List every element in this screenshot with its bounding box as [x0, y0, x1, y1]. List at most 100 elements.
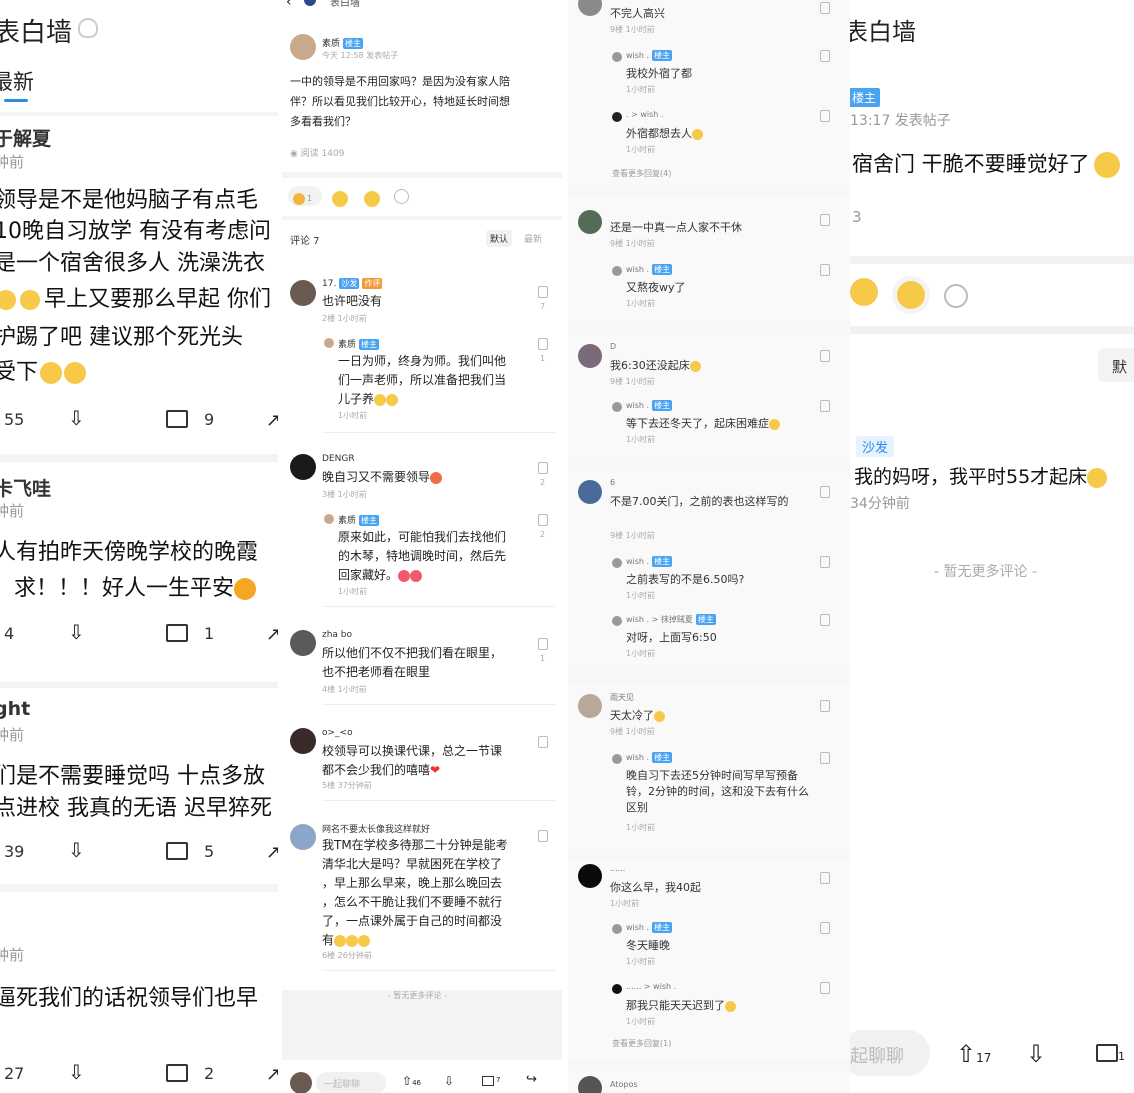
post-card[interactable]: 钟前 逼死我们的话祝领导们也早 27 ⇩ 2 ↗ [0, 892, 278, 1093]
like-icon[interactable] [820, 556, 830, 568]
like-icon[interactable] [820, 214, 830, 226]
share-icon[interactable]: ↪ [526, 1072, 537, 1087]
op-text-line: 多看看我们？ [290, 115, 356, 128]
comment-icon[interactable] [166, 624, 188, 642]
upvote-count: 17 [976, 1051, 992, 1065]
like-icon[interactable] [820, 2, 830, 14]
like-icon[interactable] [538, 514, 548, 526]
post-card[interactable]: ght 钟前 们是不需要睡觉吗 十点多放 点进校 我真的无语 迟早猝死 39 ⇩… [0, 688, 278, 884]
comment-icon[interactable] [1096, 1044, 1118, 1062]
like-icon[interactable] [538, 736, 548, 748]
like-icon[interactable] [820, 110, 830, 122]
like-icon[interactable] [538, 462, 548, 474]
reply-name: wish . [626, 51, 650, 60]
shocked-emoji-icon [1093, 152, 1120, 178]
post-line: 护踢了吧 建议那个死光头 [0, 325, 243, 350]
like-icon[interactable] [820, 982, 830, 994]
no-more-comments: - 暂无更多评论 - [388, 991, 447, 1000]
sort-latest[interactable]: 最新 [524, 232, 542, 245]
avatar [324, 514, 334, 524]
post-time: 钟前 [0, 502, 25, 520]
reply-text: 一日为师，终身为师。我们叫他 [338, 354, 507, 368]
like-icon[interactable] [538, 338, 548, 350]
like-icon[interactable] [820, 350, 830, 362]
view-more-replies[interactable]: 查看更多回复(4) [612, 168, 671, 179]
post-line: 逼死我们的话祝领导们也早 [0, 986, 259, 1011]
like-icon[interactable] [538, 638, 548, 650]
like-icon[interactable] [820, 486, 830, 498]
comment-text: 都不会少我们的嘻嘻 [322, 763, 431, 777]
downvote-arrow-icon[interactable]: ⇩ [68, 406, 85, 430]
reply-text: 不完人高兴 [610, 7, 665, 20]
hugging-reaction[interactable] [892, 276, 930, 314]
share-icon[interactable]: ↗ [266, 624, 278, 645]
back-arrow-icon[interactable]: ‹ [286, 0, 292, 10]
op-badge: 楼主 [652, 922, 673, 933]
sort-default[interactable]: 默认 [486, 230, 513, 247]
like-icon[interactable] [820, 872, 830, 884]
reply-thread: 不完人高兴 9楼 1小时前 wish . 楼主 我校外宿了都 1小时前 . > w… [568, 0, 850, 186]
comment-count: 1 [1118, 1050, 1125, 1063]
like-icon[interactable] [820, 700, 830, 712]
downvote-icon[interactable]: ⇩ [1026, 1040, 1046, 1068]
like-count: 27 [4, 1064, 25, 1083]
downvote-arrow-icon[interactable]: ⇩ [68, 620, 85, 644]
comment-input[interactable]: 起聊聊 [850, 1030, 930, 1076]
comment-icon[interactable] [166, 410, 188, 428]
tab-latest[interactable]: 最新 [0, 66, 34, 96]
comments-label: 评论 7 [290, 236, 320, 247]
crying-emoji-icon[interactable] [332, 190, 348, 207]
avatar [578, 1076, 602, 1093]
comment-icon[interactable] [166, 1064, 188, 1082]
downvote-arrow-icon[interactable]: ⇩ [68, 838, 85, 862]
like-icon[interactable] [820, 50, 830, 62]
like-icon[interactable] [820, 400, 830, 412]
reply-name: D [610, 342, 617, 351]
comment-input[interactable]: 一起聊聊 [316, 1072, 386, 1093]
more-icon[interactable]: ··· [534, 0, 547, 6]
share-icon[interactable]: ↗ [266, 842, 278, 863]
comment-meta: 3楼 1小时前 [322, 490, 367, 499]
mute-bell-icon[interactable] [78, 18, 98, 38]
share-icon[interactable]: ↗ [266, 1064, 278, 1085]
upvote-icon[interactable]: ⇧17 [956, 1040, 991, 1068]
thumbs-up-reaction[interactable]: 1 [288, 186, 322, 206]
op-text-line: 一中的领导是不用回家吗？是因为没有家人陪 [290, 75, 510, 88]
downvote-icon[interactable]: ⇩ [444, 1074, 454, 1088]
comment-text: 清华北大是吗？早就困死在学校了 [322, 857, 503, 871]
post-line: 早上又要那么早起 你们 [44, 287, 271, 312]
upvote-icon[interactable]: ⇧46 [402, 1074, 421, 1088]
angry-emoji-icon [430, 471, 443, 484]
reply-meta: 1小时前 [626, 435, 656, 444]
reply-name: 雨天见 [610, 693, 634, 702]
downvote-arrow-icon[interactable]: ⇩ [68, 1060, 85, 1084]
sort-default[interactable]: 默 [1098, 348, 1134, 382]
post-card[interactable]: 卡飞哇 钟前 人有拍昨天傍晚学校的晚霞 求！！！好人一生平安 4 ⇩ 1 ↗ [0, 462, 278, 682]
op-text: 宿舍门 干脆不要睡觉好了 [852, 152, 1090, 176]
comment-icon[interactable] [166, 842, 188, 860]
comment-text: 也不把老师看在眼里 [322, 665, 431, 679]
comment-text: 我的妈呀，我平时55才起床 [854, 466, 1088, 488]
post-author: ght [0, 698, 31, 720]
like-icon[interactable] [820, 922, 830, 934]
like-icon[interactable] [538, 830, 548, 842]
crying-emoji-icon[interactable] [850, 278, 878, 306]
comment-text: 有 [322, 933, 335, 947]
avatar [612, 616, 622, 626]
add-reaction-icon[interactable] [944, 284, 968, 308]
like-icon[interactable] [820, 752, 830, 764]
like-icon[interactable] [820, 614, 830, 626]
post-card[interactable]: 于解夏 钟前 领导是不是他妈脑子有点毛 10晚自习放学 有没有考虑问 是一个宿舍… [0, 116, 278, 454]
comment-icon[interactable] [482, 1076, 494, 1086]
header-title: 表白墙 [330, 0, 360, 9]
share-icon[interactable]: ↗ [266, 410, 278, 431]
like-icon[interactable] [538, 286, 548, 298]
reply-thread: ...... 你这么早，我40起 1小时前 wish . 楼主 冬天睡晚 1小时前… [568, 860, 850, 1060]
add-reaction-icon[interactable] [394, 189, 409, 204]
like-icon[interactable] [820, 264, 830, 276]
reply-name: ...... > wish . [626, 982, 677, 991]
view-more-replies[interactable]: 查看更多回复(1) [612, 1038, 671, 1049]
commenter-name: DENGR [322, 454, 355, 464]
hugging-emoji-icon[interactable] [364, 190, 380, 207]
sofa-badge: 沙发 [339, 278, 360, 289]
